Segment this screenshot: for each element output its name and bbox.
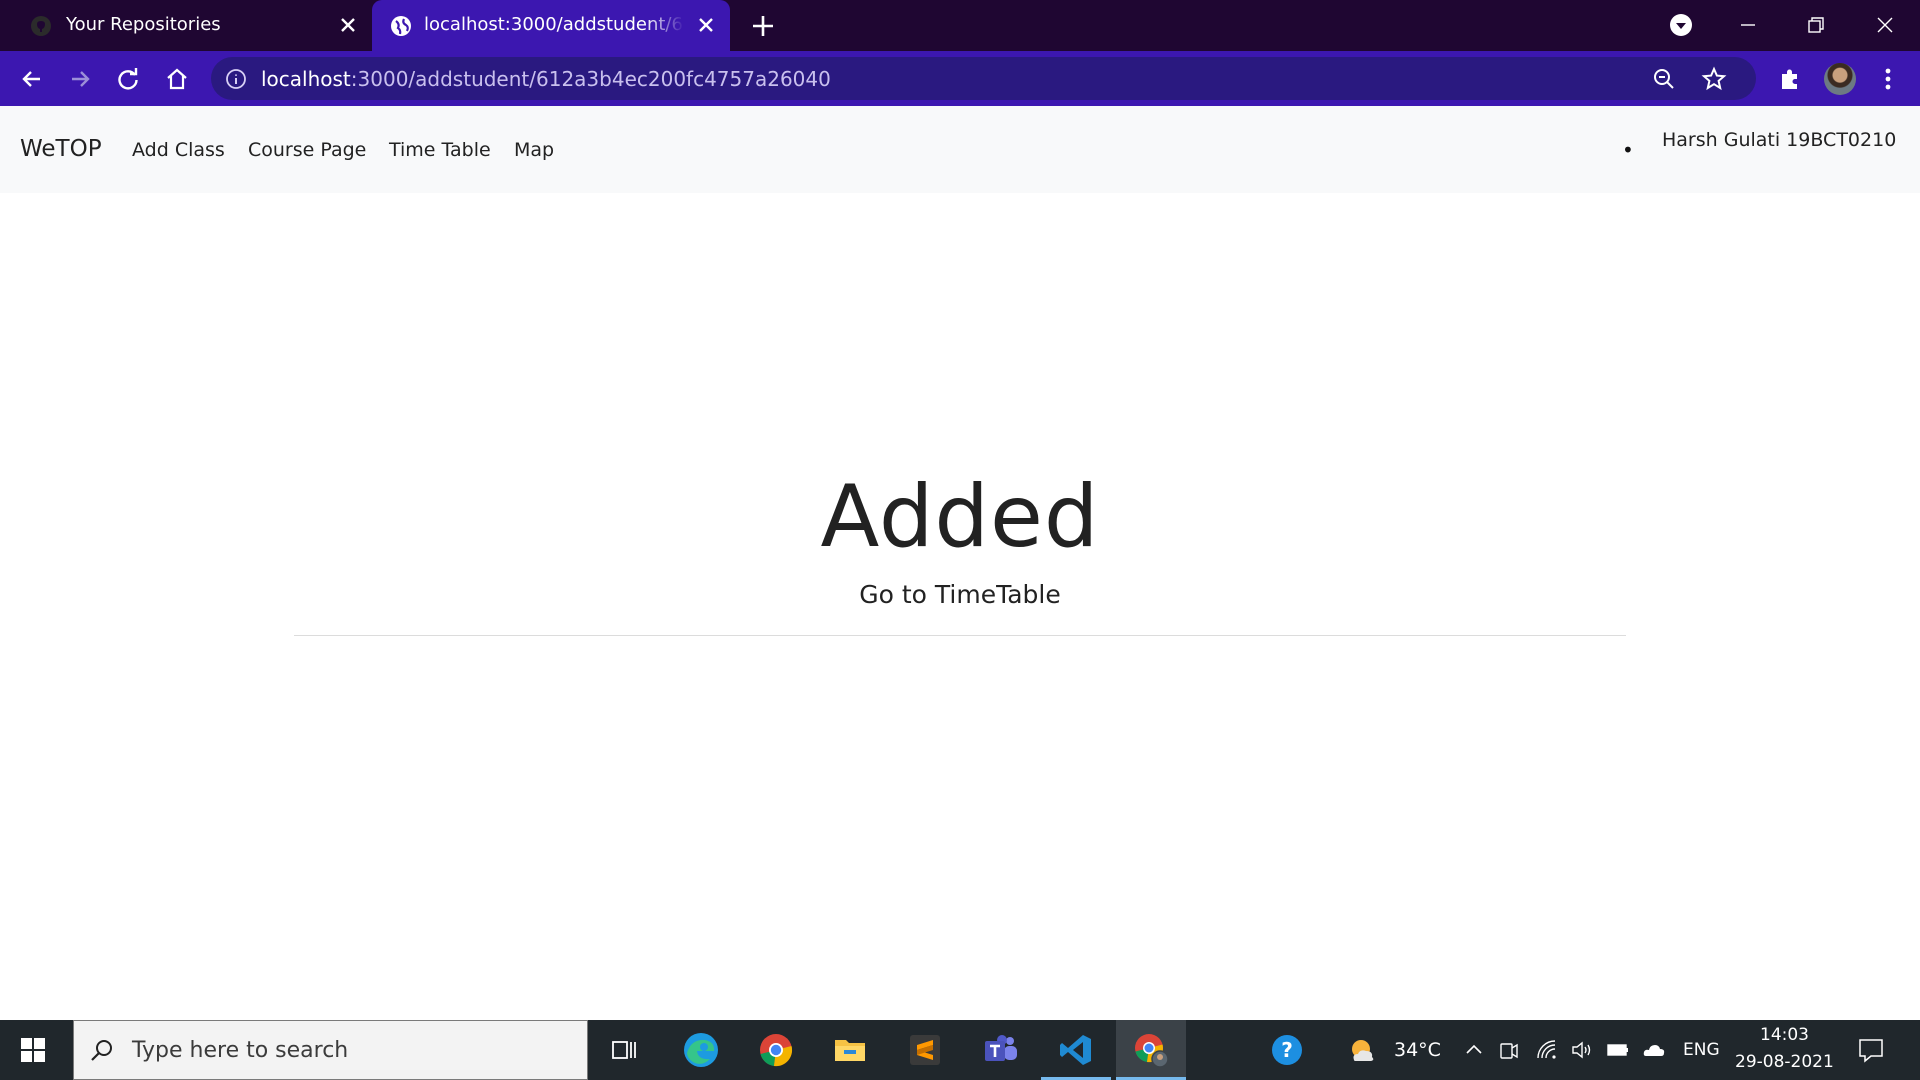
meet-now-icon[interactable] <box>1497 1038 1521 1062</box>
svg-text:?: ? <box>1281 1038 1293 1062</box>
volume-icon[interactable] <box>1570 1038 1594 1062</box>
address-bar[interactable]: localhost:3000/addstudent/612a3b4ec200fc… <box>211 57 1756 100</box>
windows-taskbar: Type here to search ? 34°C ENG 14:03 29-… <box>0 1020 1920 1080</box>
url-host: localhost <box>261 67 351 91</box>
taskbar-search-box[interactable]: Type here to search <box>73 1020 588 1080</box>
nav-link-time-table[interactable]: Time Table <box>389 139 491 161</box>
restore-icon[interactable] <box>1799 8 1833 42</box>
user-bullet: • <box>1622 138 1634 162</box>
nav-link-add-class[interactable]: Add Class <box>132 139 225 161</box>
user-name: Harsh Gulati 19BCT0210 <box>1662 129 1897 151</box>
home-icon[interactable] <box>163 65 191 93</box>
github-icon <box>31 16 51 36</box>
more-options-icon[interactable] <box>1874 65 1902 93</box>
sublime-text-icon <box>910 1035 940 1065</box>
file-explorer-icon <box>835 1040 865 1061</box>
tab-title: localhost:3000/addstudent/612a3b4ec200fc… <box>424 14 684 35</box>
teams-icon <box>985 1035 1017 1061</box>
chrome-profile-icon <box>1135 1034 1169 1068</box>
url-path: :3000/addstudent/612a3b4ec200fc4757a2604… <box>350 67 831 91</box>
browser-toolbar: localhost:3000/addstudent/612a3b4ec200fc… <box>0 51 1920 106</box>
sublime-text-button[interactable] <box>890 1020 960 1080</box>
globe-icon <box>391 16 411 36</box>
brand-link[interactable]: WeTOP <box>20 136 102 162</box>
close-icon[interactable] <box>337 14 359 36</box>
language-indicator[interactable]: ENG <box>1683 1040 1720 1060</box>
zoom-icon[interactable] <box>1652 67 1676 91</box>
vscode-icon <box>1060 1035 1091 1065</box>
task-view-icon <box>612 1041 636 1059</box>
minimize-icon[interactable] <box>1731 8 1765 42</box>
avatar[interactable] <box>1824 63 1856 95</box>
clock-date[interactable]: 29-08-2021 <box>1735 1052 1834 1072</box>
divider <box>294 635 1626 636</box>
task-view-button[interactable] <box>589 1020 659 1080</box>
tab-your-repositories[interactable]: Your Repositories <box>0 0 366 51</box>
nav-link-map[interactable]: Map <box>514 139 554 161</box>
tab-localhost-addstudent[interactable]: localhost:3000/addstudent/612a3b4ec200fc… <box>372 0 730 51</box>
reload-icon[interactable] <box>114 65 142 93</box>
file-explorer-button[interactable] <box>815 1020 885 1080</box>
help-icon[interactable]: ? <box>1271 1034 1303 1066</box>
edge-button[interactable] <box>666 1020 736 1080</box>
chrome-icon <box>760 1034 793 1067</box>
new-tab-icon[interactable] <box>750 13 776 39</box>
edge-icon <box>684 1033 718 1067</box>
back-icon[interactable] <box>18 65 46 93</box>
site-navbar: WeTOP Add Class Course Page Time Table M… <box>0 106 1920 193</box>
forward-icon[interactable] <box>66 65 94 93</box>
go-to-timetable-link[interactable]: Go to TimeTable <box>0 580 1920 609</box>
url-text[interactable]: localhost:3000/addstudent/612a3b4ec200fc… <box>261 67 831 91</box>
browser-tab-strip: Your Repositories localhost:3000/addstud… <box>0 0 1920 51</box>
notifications-icon[interactable] <box>1857 1036 1885 1064</box>
tab-title: Your Repositories <box>66 14 221 35</box>
page-heading: Added <box>820 467 1100 567</box>
chrome-button[interactable] <box>741 1020 811 1080</box>
close-window-icon[interactable] <box>1868 8 1902 42</box>
search-icon <box>91 1040 112 1061</box>
onedrive-icon[interactable] <box>1642 1038 1666 1062</box>
search-placeholder: Type here to search <box>132 1038 349 1063</box>
wifi-icon[interactable] <box>1535 1038 1559 1062</box>
tab-search-icon[interactable] <box>1664 8 1698 42</box>
bookmark-star-icon[interactable] <box>1701 66 1727 92</box>
chrome-profile-button[interactable] <box>1116 1020 1186 1080</box>
info-icon[interactable] <box>225 68 247 90</box>
teams-button[interactable] <box>966 1020 1036 1080</box>
chevron-up-icon[interactable] <box>1462 1038 1486 1062</box>
extensions-icon[interactable] <box>1776 65 1804 93</box>
weather-icon[interactable] <box>1348 1036 1378 1066</box>
windows-start-icon[interactable] <box>20 1037 46 1063</box>
clock-time[interactable]: 14:03 <box>1760 1025 1809 1045</box>
battery-icon[interactable] <box>1606 1038 1630 1062</box>
weather-temperature[interactable]: 34°C <box>1394 1039 1441 1061</box>
vscode-button[interactable] <box>1041 1020 1111 1080</box>
nav-link-course-page[interactable]: Course Page <box>248 139 366 161</box>
close-icon[interactable] <box>695 14 717 36</box>
